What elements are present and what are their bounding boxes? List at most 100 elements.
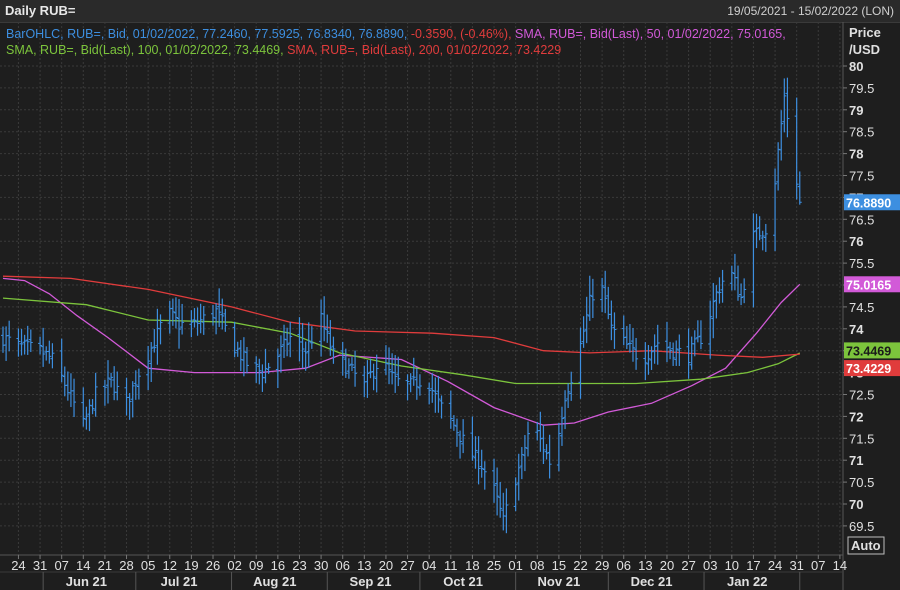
x-tick-label: 22 [573,558,587,573]
ohlc-bar [763,223,768,252]
auto-scale-label: Auto [851,538,881,553]
x-axis: 24 31 07 14 21 28 05 12 19 26 02 09 16 23 30 06 13 20 27 04… [0,554,847,590]
ohlc-bar [232,321,237,358]
ohlc-bars [1,77,802,534]
x-tick-label: 19 [184,558,198,573]
y-tick-label: 76 [849,234,863,249]
ohlc-bar [223,308,228,332]
ohlc-bar [587,275,592,321]
price-chart[interactable]: BarOHLC, RUB=, Bid, 01/02/2022, 77.2460,… [0,22,900,590]
ohlc-bar [526,421,530,457]
x-tick-label: 01 [508,558,522,573]
ohlc-bar [559,406,564,446]
ohlc-bar [655,324,660,365]
ohlc-bar [68,373,73,408]
x-tick-label: 12 [163,558,177,573]
month-label: Aug 21 [253,574,296,589]
ohlc-bar [671,342,676,366]
ohlc-bar [346,358,351,379]
ohlc-bar [254,356,259,383]
ohlc-bar [664,321,669,363]
ohlc-bar [102,379,107,406]
x-tick-label: 06 [335,558,349,573]
y-axis: Price /USD 69.57070.57171.57272.57373.57… [842,22,881,590]
ohlc-bar [643,342,648,381]
month-label: Nov 21 [538,574,581,589]
y-tick-label: 72.5 [849,388,874,403]
ohlc-bar [720,269,725,303]
x-tick-label: 14 [833,558,847,573]
ohlc-bar [458,430,463,459]
ohlc-bar [343,348,348,378]
ohlc-bar [198,303,203,334]
ohlc-bar [624,326,629,350]
ohlc-bar [214,303,219,335]
x-tick-label: 30 [314,558,328,573]
ohlc-bar [4,326,9,361]
x-tick-label: 04 [422,558,436,573]
x-tick-label: 07 [54,558,68,573]
y-axis-title-unit: /USD [849,42,880,57]
ohlc-bar [448,390,453,429]
ohlc-bar [556,422,561,472]
x-tick-label: 02 [227,558,241,573]
y-axis-title-price: Price [849,25,881,40]
month-label: Jan 22 [727,574,767,589]
y-tick-label: 74.5 [849,300,874,315]
y-tick-label: 70.5 [849,475,874,490]
y-tick-label: 78 [849,147,863,162]
ohlc-bar [612,312,617,349]
ohlc-bar [782,78,787,133]
legend-entry: -0.3590, (-0.46%), [411,27,515,41]
legend-line-2: SMA, RUB=, Bid(Last), 100, 01/02/2022, 7… [6,43,561,57]
ohlc-bar [498,482,503,518]
ohlc-bar [44,346,49,361]
ohlc-bar [303,341,308,371]
ohlc-bar [282,324,287,359]
ohlc-bar [451,415,456,431]
ohlc-bar [278,335,283,373]
x-tick-label: 18 [465,558,479,573]
chart-header: Daily RUB= 19/05/2021 - 15/02/2022 (LON) [0,0,900,23]
ohlc-bar [779,110,784,161]
ohlc-bar [383,345,388,376]
auto-scale-button[interactable]: Auto [847,536,885,555]
ohlc-bar [794,97,799,200]
ohlc-bar [739,283,744,306]
last-price-tag: 76.8890 [844,194,900,211]
ohlc-bar [547,434,552,479]
ohlc-bar [566,383,571,409]
ohlc-bar [16,328,21,357]
ohlc-bar [751,213,756,308]
ohlc-bar [72,378,77,418]
x-tick-label: 28 [119,558,133,573]
ohlc-bar [124,377,129,416]
ohlc-bar [81,387,86,427]
y-tick-label: 78.5 [849,125,874,140]
y-tick-label: 79.5 [849,81,874,96]
ohlc-bar [257,358,262,385]
ohlc-bar [319,299,324,357]
ohlc-bar [349,357,354,372]
x-tick-label: 29 [595,558,609,573]
chart-title: Daily RUB= [5,3,76,18]
ohlc-bar [427,382,432,405]
y-tick-label: 77.5 [849,169,874,184]
ohlc-bar [371,363,376,391]
ohlc-bar [482,461,487,490]
ohlc-bar [492,458,497,503]
sma200-tag: 73.4229 [844,360,900,377]
x-tick-label: 03 [703,558,717,573]
x-tick-label: 31 [33,558,47,573]
ohlc-bar [201,305,206,335]
ohlc-bar [433,377,438,413]
ohlc-bar [390,353,395,385]
ohlc-bar [322,296,327,342]
ohlc-bar [569,371,574,401]
month-label: Dec 21 [631,574,673,589]
x-tick-label: 26 [206,558,220,573]
ohlc-bar [504,488,509,534]
ohlc-bar [396,356,401,387]
ohlc-bar [300,322,305,369]
ohlc-bar [797,171,802,205]
